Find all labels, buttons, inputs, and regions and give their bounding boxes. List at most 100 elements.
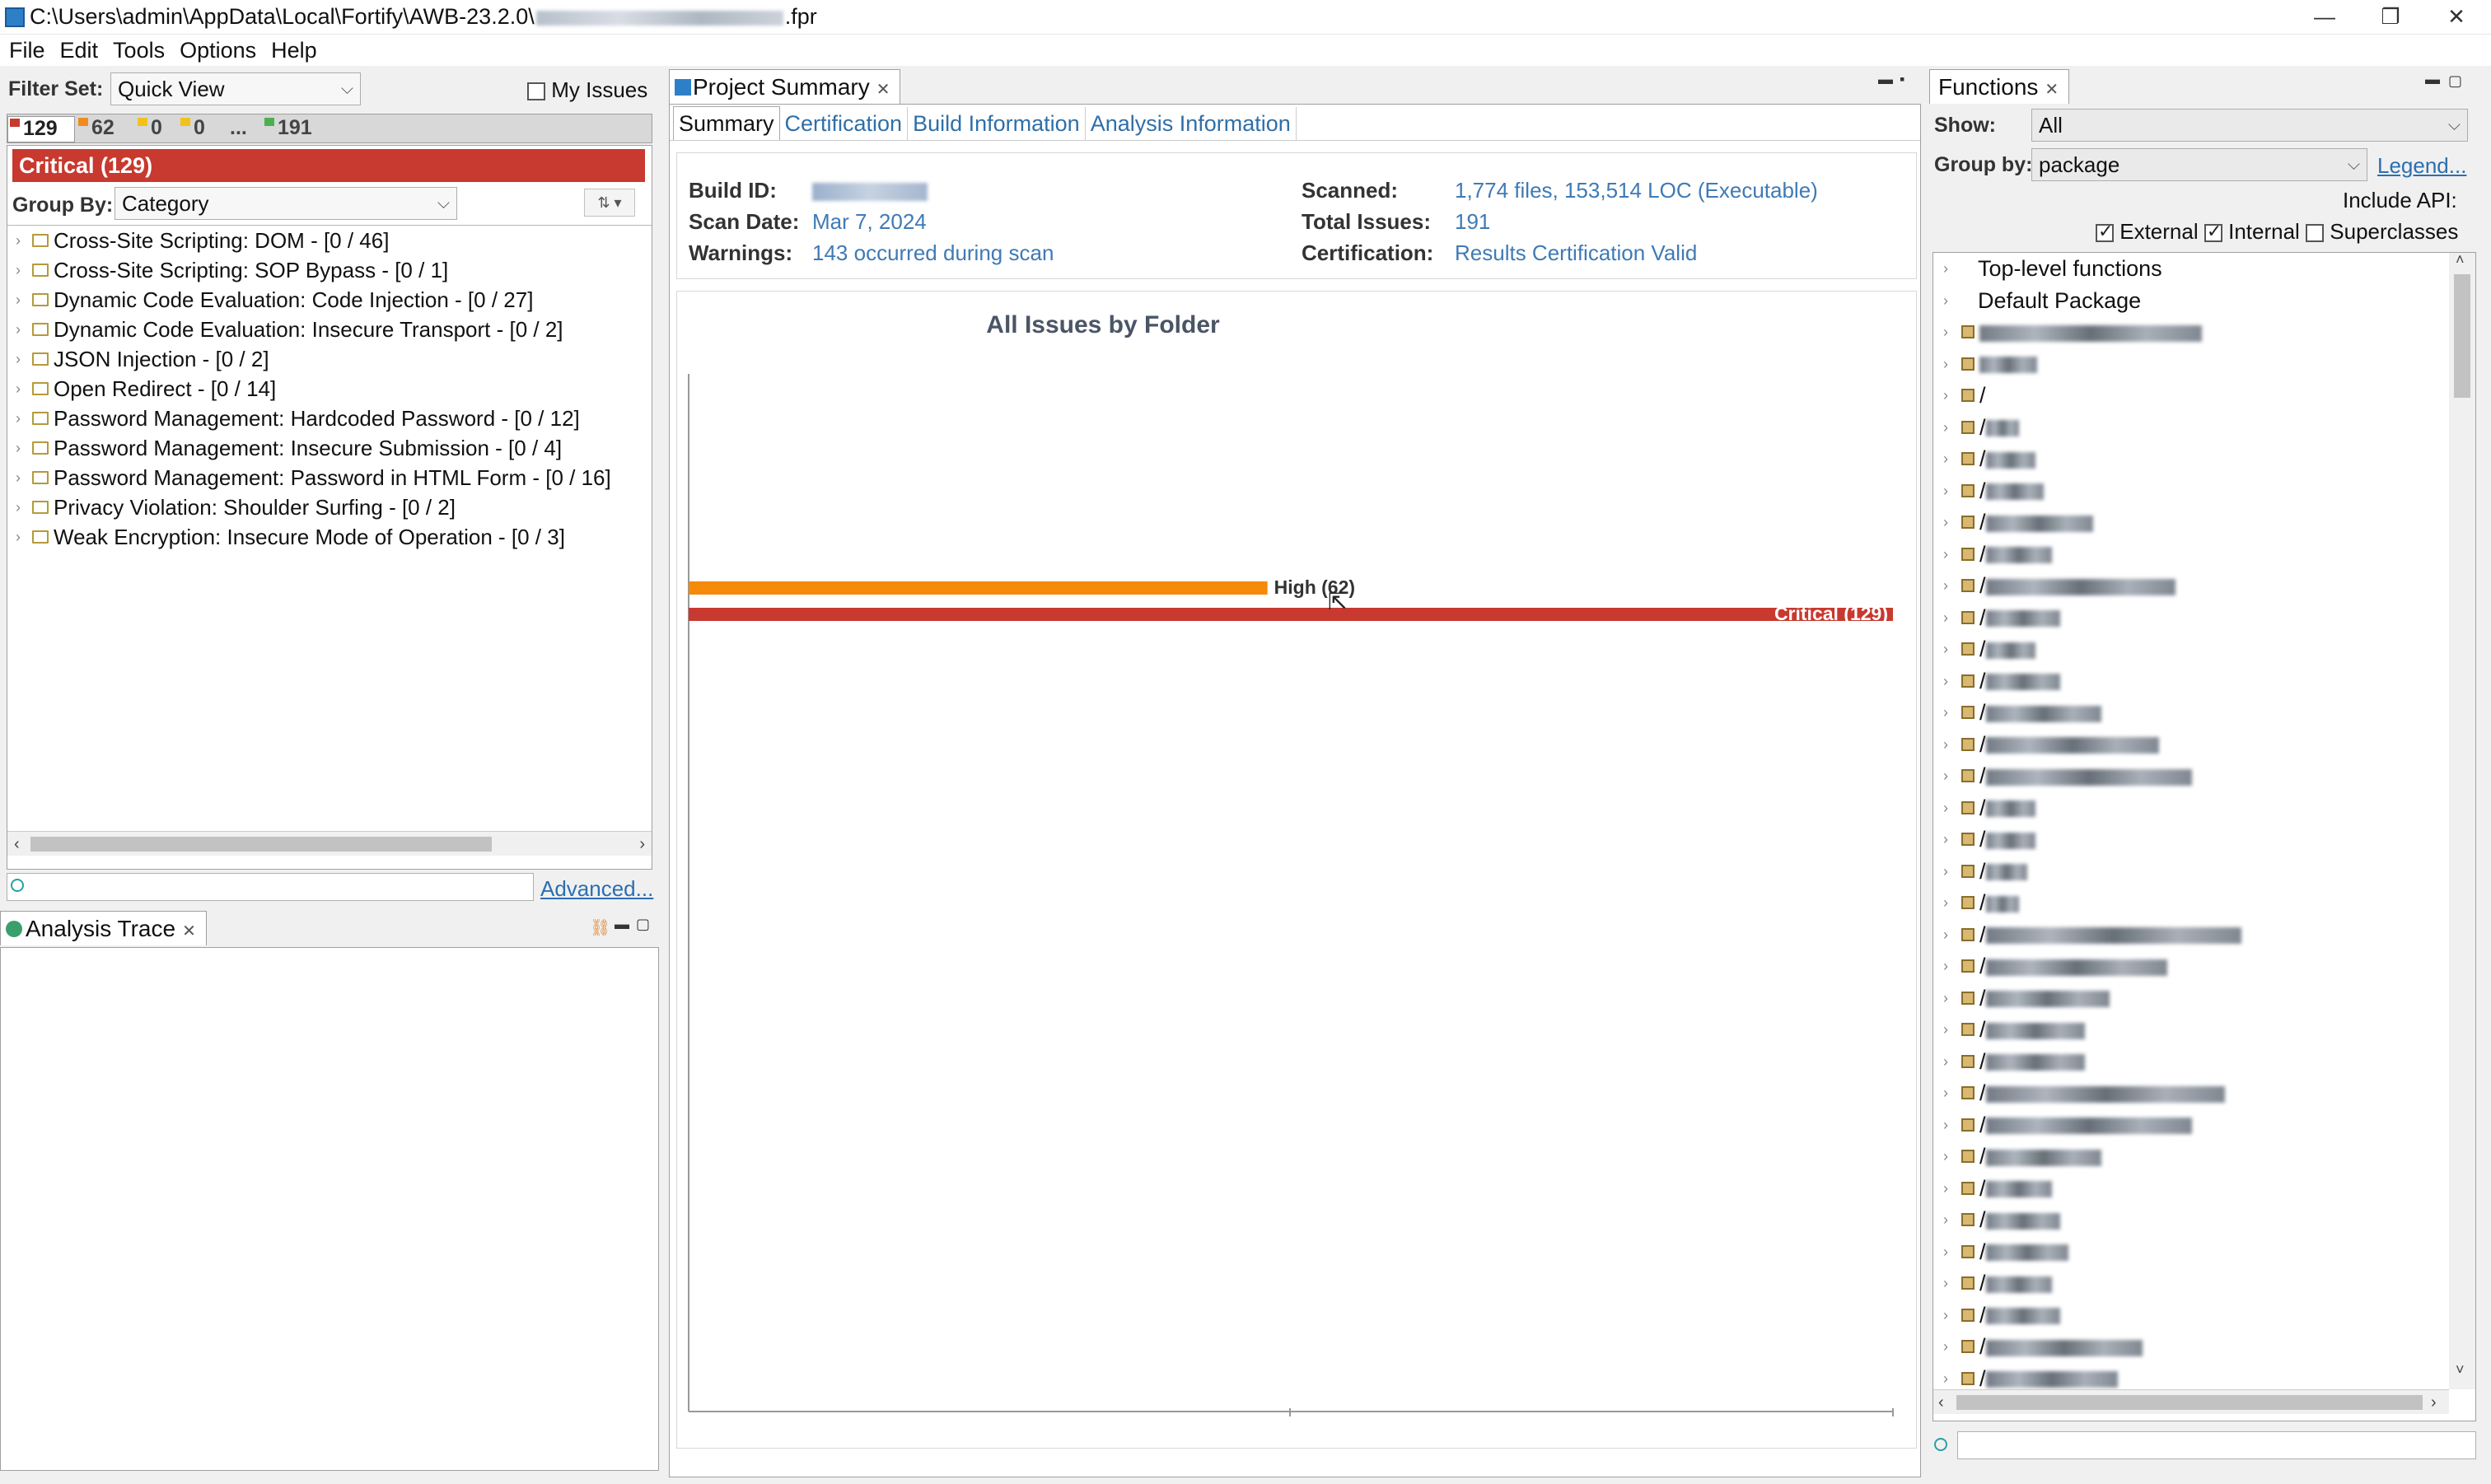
my-issues-toggle[interactable]: My Issues bbox=[527, 77, 647, 103]
category-tree-item[interactable]: › Password Management: Hardcoded Password… bbox=[7, 404, 652, 433]
category-tree-item[interactable]: › Weak Encryption: Insecure Mode of Opera… bbox=[7, 522, 652, 552]
menu-help[interactable]: Help bbox=[264, 35, 325, 66]
chevron-right-icon[interactable]: › bbox=[1943, 856, 1948, 888]
folder-tab-high[interactable]: 62 bbox=[77, 116, 134, 142]
chevron-right-icon[interactable]: › bbox=[16, 344, 21, 374]
tab-project-summary[interactable]: Project Summary ✕ bbox=[669, 69, 901, 104]
chevron-right-icon[interactable]: › bbox=[16, 285, 21, 315]
chevron-right-icon[interactable]: › bbox=[16, 315, 21, 344]
functions-tree-item[interactable]: › Top-level functions bbox=[1933, 253, 2444, 285]
category-tree-item[interactable]: › Cross-Site Scripting: DOM - [0 / 46] bbox=[7, 226, 652, 255]
minimize-button[interactable]: — bbox=[2290, 0, 2359, 35]
package-tree-item[interactable]: › / bbox=[1933, 570, 2444, 602]
chevron-right-icon[interactable]: › bbox=[1943, 729, 1948, 761]
chevron-right-icon[interactable]: › bbox=[1943, 760, 1948, 792]
chevron-right-icon[interactable]: › bbox=[1943, 792, 1948, 824]
package-tree-item[interactable]: › / bbox=[1933, 1300, 2444, 1332]
chevron-right-icon[interactable]: › bbox=[16, 374, 21, 404]
category-tree-item[interactable]: › Dynamic Code Evaluation: Code Injection… bbox=[7, 285, 652, 315]
scroll-right-icon[interactable]: › bbox=[2431, 1390, 2437, 1415]
chevron-right-icon[interactable]: › bbox=[1943, 665, 1948, 698]
group-by-dropdown[interactable]: package ⌵ bbox=[2031, 148, 2367, 181]
package-tree-item[interactable]: › / bbox=[1933, 697, 2444, 729]
category-tree-item[interactable]: › Password Management: Password in HTML F… bbox=[7, 463, 652, 492]
chevron-right-icon[interactable]: › bbox=[1943, 633, 1948, 665]
external-checkbox[interactable] bbox=[2096, 221, 2114, 243]
package-tree-item[interactable]: › / bbox=[1933, 380, 2444, 412]
chevron-right-icon[interactable]: › bbox=[1943, 919, 1948, 951]
chevron-right-icon[interactable]: › bbox=[1943, 1363, 1948, 1390]
chevron-right-icon[interactable]: › bbox=[1943, 1141, 1948, 1173]
legend-link[interactable]: Legend... bbox=[2377, 153, 2466, 179]
chevron-right-icon[interactable]: › bbox=[1943, 285, 1948, 317]
chevron-right-icon[interactable]: › bbox=[16, 522, 21, 552]
package-tree-item[interactable]: › / bbox=[1933, 1363, 2444, 1390]
link-icon[interactable]: ⛓ bbox=[590, 917, 610, 938]
tab-analysis-trace[interactable]: Analysis Trace ✕ bbox=[0, 911, 207, 945]
chevron-right-icon[interactable]: › bbox=[1943, 348, 1948, 380]
internal-checkbox[interactable] bbox=[2204, 221, 2222, 243]
folder-tab-all[interactable]: 191 bbox=[263, 116, 330, 142]
certification-value[interactable]: Results Certification Valid bbox=[1455, 240, 1697, 266]
chevron-right-icon[interactable]: › bbox=[1943, 697, 1948, 729]
maximize-button[interactable]: ❐ bbox=[2356, 0, 2425, 35]
advanced-search-link[interactable]: Advanced... bbox=[540, 876, 653, 902]
chevron-right-icon[interactable]: › bbox=[1943, 539, 1948, 571]
package-tree-item[interactable]: › / bbox=[1933, 1204, 2444, 1236]
functions-search-input[interactable] bbox=[1957, 1431, 2476, 1459]
minimize-view-icon[interactable]: ▬ bbox=[615, 916, 629, 933]
functions-vscrollbar[interactable]: ˄ ˅ bbox=[2449, 253, 2475, 1389]
scroll-up-icon[interactable]: ˄ bbox=[2456, 253, 2465, 268]
folder-tab-low[interactable]: 0 bbox=[179, 116, 222, 142]
chevron-right-icon[interactable]: › bbox=[1943, 380, 1948, 412]
group-by-dropdown[interactable]: Category ⌵ bbox=[115, 187, 457, 220]
functions-tree-item[interactable]: › Default Package bbox=[1933, 285, 2444, 317]
chevron-right-icon[interactable]: › bbox=[1943, 982, 1948, 1015]
chevron-right-icon[interactable]: › bbox=[16, 463, 21, 492]
category-tree-item[interactable]: › Dynamic Code Evaluation: Insecure Trans… bbox=[7, 315, 652, 344]
package-tree-item[interactable]: › / bbox=[1933, 539, 2444, 571]
close-icon[interactable]: ✕ bbox=[2045, 81, 2059, 99]
issues-search-input[interactable] bbox=[7, 873, 534, 901]
chevron-right-icon[interactable]: › bbox=[16, 492, 21, 522]
chevron-right-icon[interactable]: › bbox=[1943, 1204, 1948, 1236]
chevron-right-icon[interactable]: › bbox=[1943, 1046, 1948, 1078]
scroll-right-icon[interactable]: › bbox=[639, 832, 645, 856]
maximize-view-icon[interactable]: ▢ bbox=[636, 916, 650, 933]
chevron-right-icon[interactable]: › bbox=[1943, 887, 1948, 919]
chevron-right-icon[interactable]: › bbox=[1943, 950, 1948, 982]
chevron-right-icon[interactable]: › bbox=[1943, 412, 1948, 444]
subtab-summary[interactable]: Summary bbox=[673, 106, 780, 140]
functions-hscrollbar[interactable]: ‹ › bbox=[1933, 1389, 2449, 1414]
package-tree-item[interactable]: › / bbox=[1933, 1331, 2444, 1363]
scroll-left-icon[interactable]: ‹ bbox=[14, 832, 20, 856]
chevron-right-icon[interactable]: › bbox=[16, 226, 21, 255]
chevron-right-icon[interactable]: › bbox=[1943, 1014, 1948, 1046]
package-tree-item[interactable]: › / bbox=[1933, 792, 2444, 824]
chevron-right-icon[interactable]: › bbox=[1943, 475, 1948, 507]
close-icon[interactable]: ✕ bbox=[182, 922, 196, 940]
menu-file[interactable]: File bbox=[2, 35, 53, 66]
scroll-thumb[interactable] bbox=[30, 837, 492, 852]
package-tree-item[interactable]: › / bbox=[1933, 1109, 2444, 1141]
menu-tools[interactable]: Tools bbox=[105, 35, 172, 66]
category-tree-item[interactable]: › Password Management: Insecure Submissio… bbox=[7, 433, 652, 463]
close-button[interactable]: ✕ bbox=[2422, 0, 2491, 35]
chevron-right-icon[interactable]: › bbox=[1943, 1109, 1948, 1141]
package-tree-item[interactable]: › / bbox=[1933, 760, 2444, 792]
folder-tab-more[interactable]: ... bbox=[223, 116, 261, 142]
scroll-thumb[interactable] bbox=[2454, 274, 2470, 398]
package-tree-item[interactable]: › / bbox=[1933, 824, 2444, 856]
chevron-right-icon[interactable]: › bbox=[16, 255, 21, 285]
chevron-right-icon[interactable]: › bbox=[1943, 1331, 1948, 1363]
superclasses-checkbox[interactable] bbox=[2306, 224, 2325, 243]
chevron-right-icon[interactable]: › bbox=[1943, 1300, 1948, 1332]
chevron-right-icon[interactable]: › bbox=[1943, 602, 1948, 634]
tab-functions[interactable]: Functions ✕ bbox=[1929, 69, 2070, 104]
menu-options[interactable]: Options bbox=[172, 35, 264, 66]
scroll-down-icon[interactable]: ˅ bbox=[2456, 1361, 2465, 1379]
show-dropdown[interactable]: All ⌵ bbox=[2031, 109, 2468, 142]
package-tree-item[interactable]: › / bbox=[1933, 919, 2444, 951]
package-tree-item[interactable]: › / bbox=[1933, 1046, 2444, 1078]
filter-set-dropdown[interactable]: Quick View ⌵ bbox=[110, 72, 361, 105]
